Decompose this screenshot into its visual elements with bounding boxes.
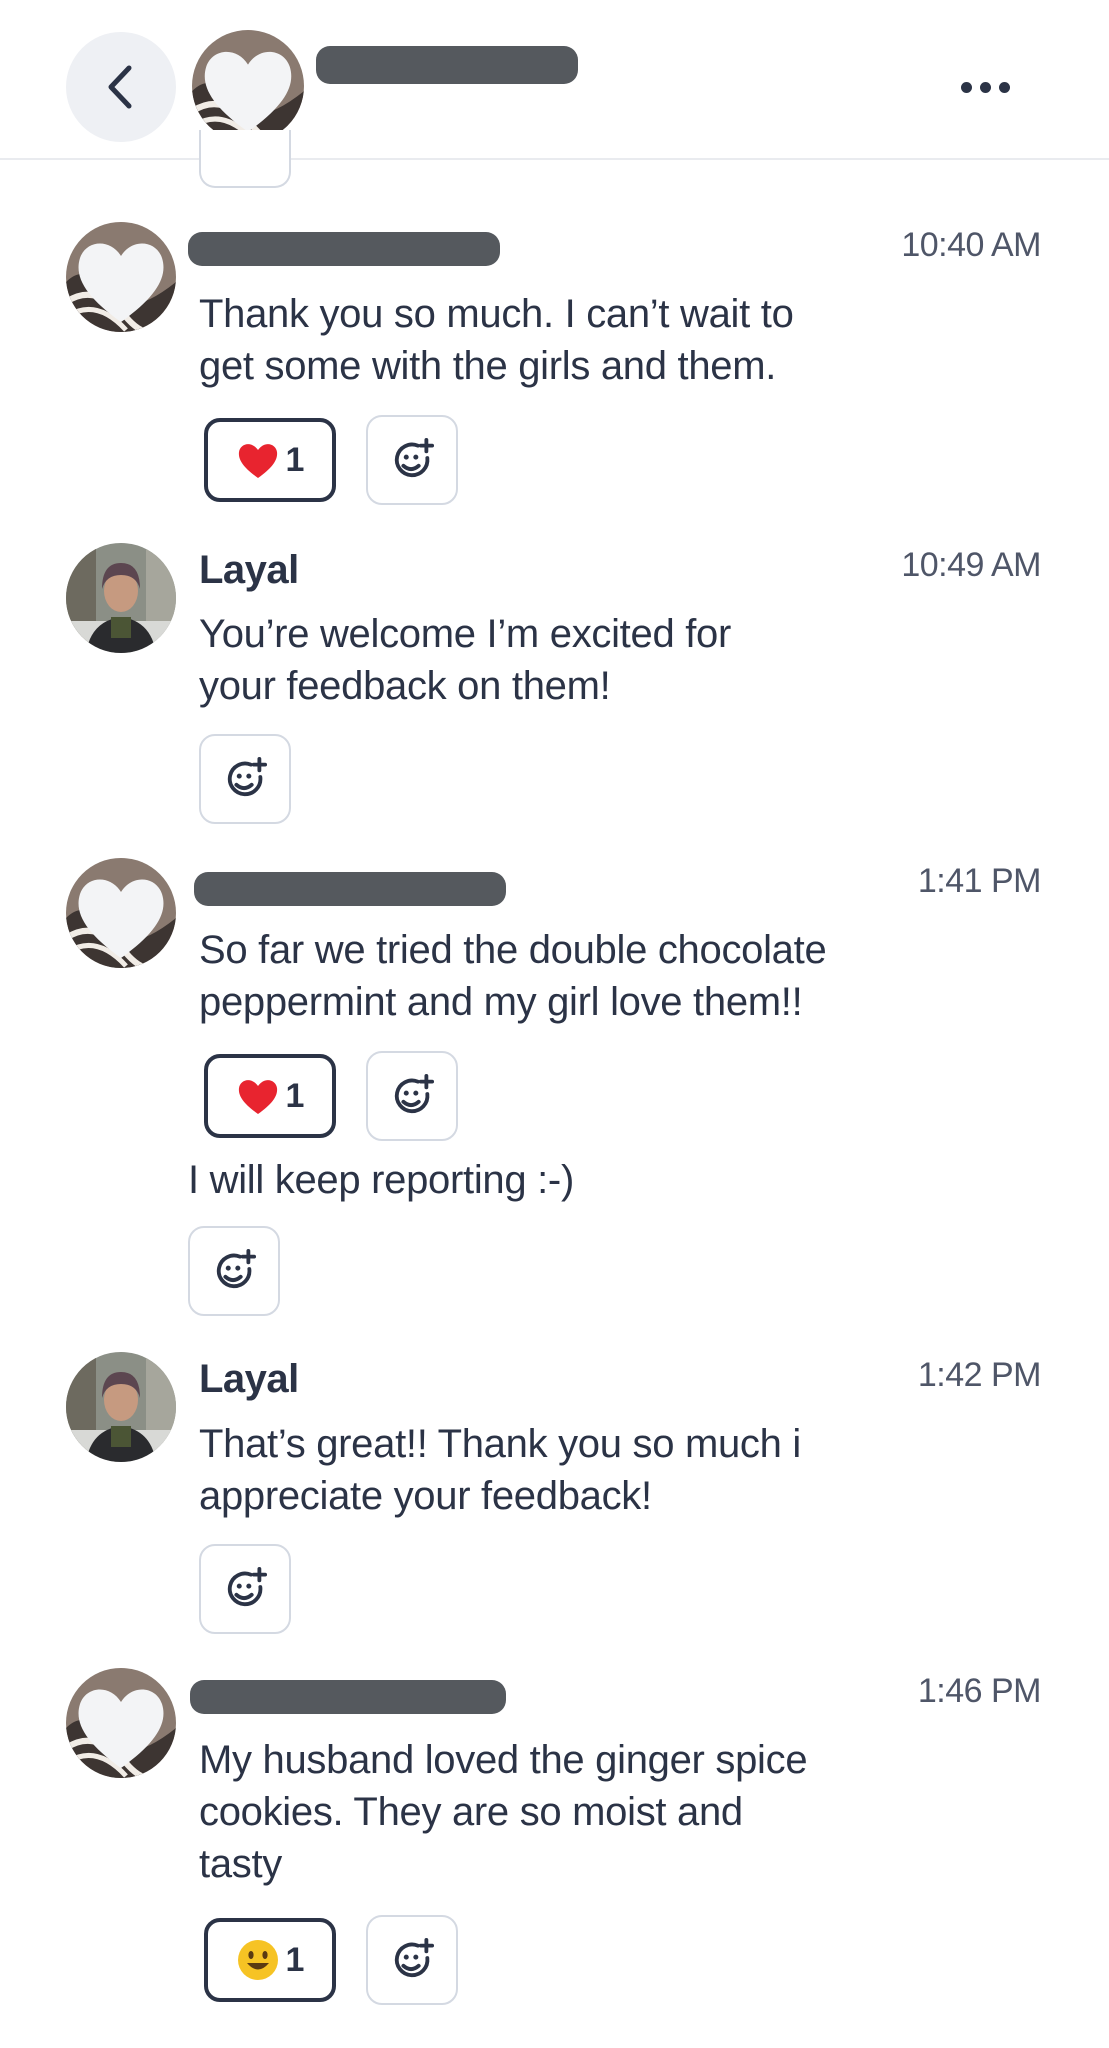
redacted-sender-name	[188, 232, 500, 266]
add-reaction-icon	[222, 1566, 268, 1612]
add-reaction-icon	[211, 1248, 257, 1294]
red-heart-icon	[238, 1080, 277, 1114]
redacted-sender-name	[190, 1680, 506, 1714]
chat-header	[0, 0, 1109, 160]
add-reaction-button[interactable]	[188, 1226, 280, 1316]
add-reaction-button[interactable]	[199, 1544, 291, 1634]
more-dot	[998, 81, 1010, 93]
reaction-count: 1	[285, 440, 305, 479]
sender-name: Layal	[199, 548, 299, 592]
message-time: 1:42 PM	[917, 1356, 1042, 1394]
message-time: 10:40 AM	[901, 226, 1041, 264]
more-horizontal-icon	[960, 81, 972, 93]
message-time: 1:46 PM	[917, 1672, 1042, 1710]
add-reaction-icon	[389, 1073, 435, 1119]
red-heart-icon	[238, 444, 277, 478]
message-time: 1:41 PM	[917, 862, 1042, 900]
reaction-count: 1	[285, 1076, 305, 1115]
redacted-contact-name	[316, 46, 578, 84]
add-reaction-icon	[389, 1937, 435, 1983]
chevron-left-icon	[108, 65, 132, 109]
message-text: My husband loved the ginger spice cookie…	[199, 1738, 808, 1886]
message-text: So far we tried the double chocolate pep…	[199, 928, 827, 1024]
message-text: That’s great!! Thank you so much i appre…	[199, 1422, 801, 1518]
message-time: 10:49 AM	[901, 546, 1041, 584]
back-button[interactable]	[66, 32, 176, 142]
add-reaction-button[interactable]	[199, 734, 291, 824]
add-reaction-button[interactable]	[366, 1051, 458, 1141]
more-dot	[979, 81, 991, 93]
sender-avatar[interactable]	[66, 222, 176, 332]
add-reaction-icon	[222, 756, 268, 802]
message-text: Thank you so much. I can’t wait to get s…	[199, 292, 794, 388]
add-reaction-button[interactable]	[366, 415, 458, 505]
message-text: You’re welcome I’m excited for your feed…	[199, 612, 731, 708]
contact-avatar[interactable]	[192, 30, 304, 142]
smiley-face-icon	[237, 1940, 278, 1980]
redacted-sender-name	[194, 872, 506, 906]
reaction-chip[interactable]: 1	[204, 1918, 336, 2002]
add-reaction-button[interactable]	[366, 1915, 458, 2005]
more-options-button[interactable]	[950, 62, 1020, 112]
message-text: I will keep reporting :-)	[188, 1158, 574, 1202]
sender-name: Layal	[199, 1357, 299, 1401]
sender-avatar[interactable]	[66, 543, 176, 653]
add-reaction-icon	[389, 437, 435, 483]
sender-avatar[interactable]	[66, 1352, 176, 1462]
sender-avatar[interactable]	[66, 858, 176, 968]
sender-avatar[interactable]	[66, 1668, 176, 1778]
reaction-chip[interactable]: 1	[204, 418, 336, 502]
reaction-count: 1	[285, 1940, 305, 1979]
add-reaction-button[interactable]	[199, 130, 291, 188]
reaction-chip[interactable]: 1	[204, 1054, 336, 1138]
